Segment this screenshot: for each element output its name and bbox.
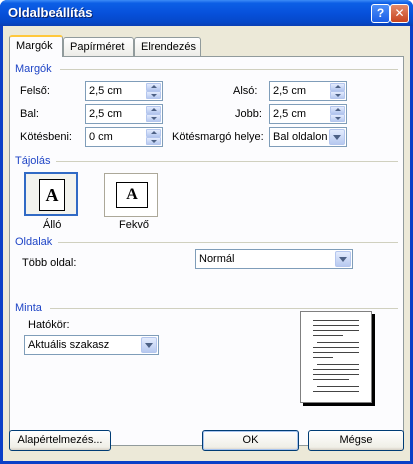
preview-line bbox=[313, 391, 359, 392]
preview-line bbox=[313, 325, 359, 326]
tab-paper-size-label: Papírméret bbox=[70, 41, 125, 53]
portrait-label: Álló bbox=[43, 219, 62, 231]
preview-line bbox=[317, 386, 359, 387]
spin-up-icon[interactable] bbox=[146, 83, 161, 91]
preview-line bbox=[313, 374, 359, 375]
spin-down-icon[interactable] bbox=[330, 114, 345, 122]
right-margin-spinner[interactable]: 2,5 cm bbox=[269, 104, 347, 124]
dialog-body: Margók Papírméret Elrendezés Margók Fels… bbox=[3, 26, 410, 461]
chevron-down-icon[interactable] bbox=[141, 337, 157, 353]
ok-button[interactable]: OK bbox=[202, 430, 299, 451]
tab-margins[interactable]: Margók bbox=[9, 35, 63, 57]
preview-line bbox=[313, 369, 359, 370]
preview-line bbox=[313, 379, 349, 380]
preview-line bbox=[313, 320, 359, 321]
tab-margins-label: Margók bbox=[16, 40, 53, 52]
gutter-position-label: Kötésmargó helye: bbox=[172, 131, 264, 143]
landscape-page-icon: A bbox=[116, 182, 148, 208]
spin-up-icon[interactable] bbox=[146, 106, 161, 114]
right-margin-value: 2,5 cm bbox=[273, 108, 307, 120]
margins-panel: Margók Felső: 2,5 cm Alsó: 2,5 cm Bal: 2… bbox=[9, 56, 404, 446]
spin-down-icon[interactable] bbox=[146, 137, 161, 145]
preview-line bbox=[313, 330, 359, 331]
preview-page-thumbnail bbox=[300, 311, 372, 403]
landscape-label: Fekvő bbox=[119, 219, 149, 231]
chevron-down-icon[interactable] bbox=[329, 129, 345, 145]
left-margin-value: 2,5 cm bbox=[89, 108, 123, 120]
default-button[interactable]: Alapértelmezés... bbox=[9, 430, 111, 451]
apply-to-label: Hatókör: bbox=[28, 319, 70, 331]
top-margin-spinner[interactable]: 2,5 cm bbox=[85, 81, 163, 101]
spin-down-icon[interactable] bbox=[146, 114, 161, 122]
cancel-button[interactable]: Mégse bbox=[308, 430, 404, 451]
tab-layout[interactable]: Elrendezés bbox=[134, 37, 201, 57]
portrait-option[interactable]: A bbox=[24, 172, 78, 216]
pages-section-title: Oldalak bbox=[15, 236, 53, 248]
preview-line bbox=[317, 364, 359, 365]
top-margin-value: 2,5 cm bbox=[89, 85, 123, 97]
preview-line bbox=[313, 347, 359, 348]
left-margin-spinner[interactable]: 2,5 cm bbox=[85, 104, 163, 124]
left-margin-label: Bal: bbox=[20, 108, 39, 120]
preview-line bbox=[313, 335, 343, 336]
close-button[interactable]: ✕ bbox=[390, 4, 409, 23]
preview-line bbox=[317, 342, 359, 343]
gutter-position-dropdown[interactable]: Bal oldalon bbox=[269, 127, 347, 147]
tab-paper-size[interactable]: Papírméret bbox=[63, 37, 134, 57]
spin-up-icon[interactable] bbox=[330, 106, 345, 114]
gutter-spinner[interactable]: 0 cm bbox=[85, 127, 163, 147]
dialog-title: Oldalbeállítás bbox=[8, 5, 93, 20]
gutter-value: 0 cm bbox=[89, 131, 113, 143]
help-icon: ? bbox=[376, 6, 385, 20]
spin-up-icon[interactable] bbox=[330, 83, 345, 91]
top-margin-label: Felső: bbox=[20, 85, 50, 97]
apply-to-dropdown[interactable]: Aktuális szakasz bbox=[24, 335, 159, 355]
gutter-label: Kötésbeni: bbox=[20, 131, 72, 143]
spin-down-icon[interactable] bbox=[330, 91, 345, 99]
landscape-option[interactable]: A bbox=[104, 173, 158, 217]
spin-up-icon[interactable] bbox=[146, 129, 161, 137]
bottom-margin-label: Alsó: bbox=[233, 85, 258, 97]
preview-divider bbox=[50, 308, 398, 309]
preview-line bbox=[313, 357, 333, 358]
gutter-position-value: Bal oldalon bbox=[273, 131, 328, 143]
multiple-pages-value: Normál bbox=[199, 253, 235, 265]
bottom-margin-spinner[interactable]: 2,5 cm bbox=[269, 81, 347, 101]
help-button[interactable]: ? bbox=[371, 4, 390, 23]
tab-layout-label: Elrendezés bbox=[141, 41, 197, 53]
chevron-down-icon[interactable] bbox=[335, 251, 351, 267]
pages-divider bbox=[58, 242, 398, 243]
right-margin-label: Jobb: bbox=[235, 108, 262, 120]
preview-line bbox=[313, 352, 359, 353]
orientation-divider bbox=[56, 161, 398, 162]
multiple-pages-dropdown[interactable]: Normál bbox=[195, 249, 353, 269]
bottom-margin-value: 2,5 cm bbox=[273, 85, 307, 97]
orientation-section-title: Tájolás bbox=[15, 155, 51, 167]
apply-to-value: Aktuális szakasz bbox=[28, 339, 110, 351]
spin-down-icon[interactable] bbox=[146, 91, 161, 99]
portrait-page-icon: A bbox=[39, 179, 65, 211]
title-bar[interactable]: Oldalbeállítás ? ✕ bbox=[0, 0, 413, 26]
margins-divider bbox=[60, 69, 398, 70]
multiple-pages-label: Több oldal: bbox=[22, 257, 77, 269]
close-icon: ✕ bbox=[394, 6, 405, 20]
page-setup-dialog: Oldalbeállítás ? ✕ Margók Papírméret Elr… bbox=[0, 0, 413, 464]
margins-section-title: Margók bbox=[15, 63, 52, 75]
preview-section-title: Minta bbox=[15, 302, 42, 314]
